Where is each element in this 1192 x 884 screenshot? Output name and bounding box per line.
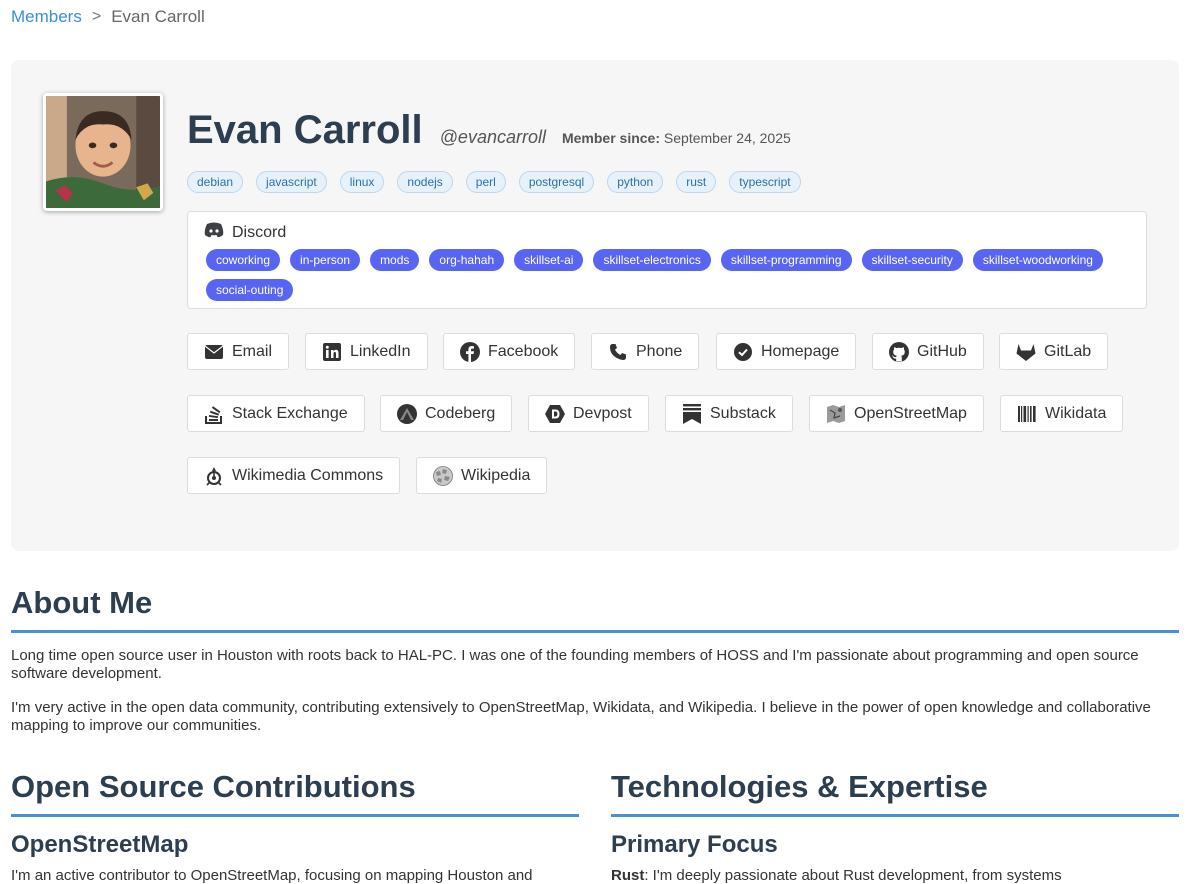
discord-role: skillset-programming [720, 249, 852, 271]
github-link[interactable]: GitHub [872, 333, 984, 370]
openstreetmap-link[interactable]: OpenStreetMap [809, 395, 984, 432]
wikidata-icon [1017, 404, 1037, 424]
link-label: Homepage [761, 342, 840, 360]
link-label: Stack Exchange [232, 404, 348, 422]
breadcrumb-members-link[interactable]: Members [11, 7, 82, 27]
link-label: Devpost [573, 404, 632, 422]
discord-role: skillset-security [861, 249, 963, 271]
member-since: Member since: September 24, 2025 [562, 130, 791, 146]
skill-tags: debian javascript linux nodejs perl post… [187, 171, 801, 193]
wikimedia-commons-link[interactable]: Wikimedia Commons [187, 457, 401, 494]
rust-description: : I'm deeply passionate about Rust devel… [644, 867, 1062, 884]
stack-exchange-link[interactable]: Stack Exchange [187, 395, 365, 432]
discord-role: mods [370, 249, 420, 271]
linkedin-link[interactable]: LinkedIn [305, 333, 428, 370]
discord-icon [204, 222, 224, 243]
primary-focus-subheading: Primary Focus [611, 831, 778, 858]
about-paragraph: Long time open source user in Houston wi… [11, 647, 1139, 682]
homepage-link[interactable]: Homepage [716, 333, 857, 370]
discord-panel: Discord coworking in-person mods org-hah… [187, 211, 1147, 309]
discord-role: in-person [290, 249, 361, 271]
devpost-icon [545, 404, 565, 424]
openstreetmap-icon [826, 404, 846, 424]
primary-focus-paragraph: Rust: I'm deeply passionate about Rust d… [611, 867, 1062, 884]
email-link[interactable]: Email [187, 333, 290, 370]
member-since-label: Member since: [561, 130, 661, 146]
link-label: OpenStreetMap [854, 404, 967, 422]
wikipedia-link[interactable]: Wikipedia [416, 457, 548, 494]
discord-role: coworking [206, 249, 281, 271]
member-name: Evan Carroll [187, 108, 423, 152]
link-label: Wikidata [1045, 404, 1107, 422]
phone-icon [608, 342, 628, 362]
github-icon [889, 341, 909, 362]
openstreetmap-subheading: OpenStreetMap [11, 831, 189, 858]
link-label: GitLab [1044, 342, 1092, 360]
link-label: Email [232, 342, 273, 360]
breadcrumb-current: Evan Carroll [111, 7, 205, 26]
discord-header: Discord [204, 222, 286, 243]
tag[interactable]: typescript [729, 171, 801, 193]
link-label: LinkedIn [350, 342, 411, 360]
link-label: Wikipedia [461, 466, 531, 484]
check-circle-icon [733, 342, 753, 362]
contributions-heading: Open Source Contributions [11, 769, 579, 817]
codeberg-icon [397, 403, 417, 424]
stack-exchange-icon [204, 404, 224, 424]
gitlab-icon [1016, 342, 1036, 362]
link-label: Substack [710, 404, 776, 422]
substack-icon [682, 403, 702, 424]
tag[interactable]: perl [465, 171, 506, 193]
link-label: Wikimedia Commons [232, 466, 384, 484]
wikimedia-commons-icon [204, 466, 224, 486]
linkedin-icon [322, 342, 342, 362]
tag[interactable]: nodejs [397, 171, 453, 193]
breadcrumb: Members > Evan Carroll [11, 7, 205, 27]
rust-label: Rust [611, 867, 645, 884]
discord-role: skillset-woodworking [972, 249, 1103, 271]
discord-role: skillset-ai [514, 249, 584, 271]
tag[interactable]: python [607, 171, 664, 193]
codeberg-link[interactable]: Codeberg [380, 395, 513, 432]
tag[interactable]: debian [187, 171, 244, 193]
discord-label: Discord [232, 223, 287, 241]
profile-card: Evan Carroll @evancarroll Member since: … [11, 60, 1179, 551]
discord-roles: coworking in-person mods org-hahah skill… [206, 249, 1136, 301]
facebook-icon [460, 341, 480, 362]
tag[interactable]: javascript [256, 171, 327, 193]
tag[interactable]: postgresql [518, 171, 595, 193]
devpost-link[interactable]: Devpost [528, 395, 649, 432]
substack-link[interactable]: Substack [665, 395, 793, 432]
discord-role: social-outing [206, 279, 294, 301]
phone-link[interactable]: Phone [591, 333, 700, 370]
technologies-heading: Technologies & Expertise [611, 769, 1179, 817]
discord-role: skillset-electronics [593, 249, 711, 271]
member-since-date: September 24, 2025 [663, 130, 791, 146]
tag[interactable]: rust [676, 171, 717, 193]
tag[interactable]: linux [339, 171, 385, 193]
openstreetmap-paragraph: I'm an active contributor to OpenStreetM… [11, 867, 533, 884]
about-heading: About Me [11, 585, 1179, 633]
about-paragraph: I'm very active in the open data communi… [11, 699, 1151, 734]
avatar [43, 93, 163, 211]
link-label: Facebook [488, 342, 559, 360]
breadcrumb-separator: > [91, 8, 102, 25]
envelope-icon [204, 342, 224, 362]
wikipedia-icon [433, 465, 453, 486]
link-label: GitHub [917, 342, 967, 360]
link-label: Codeberg [425, 404, 496, 422]
wikidata-link[interactable]: Wikidata [1000, 395, 1124, 432]
gitlab-link[interactable]: GitLab [999, 333, 1109, 370]
member-handle: @evancarroll [439, 127, 546, 147]
discord-role: org-hahah [429, 249, 505, 271]
avatar-photo [46, 96, 160, 208]
profile-header: Evan Carroll @evancarroll Member since: … [187, 108, 791, 153]
link-label: Phone [636, 342, 683, 360]
facebook-link[interactable]: Facebook [443, 333, 576, 370]
